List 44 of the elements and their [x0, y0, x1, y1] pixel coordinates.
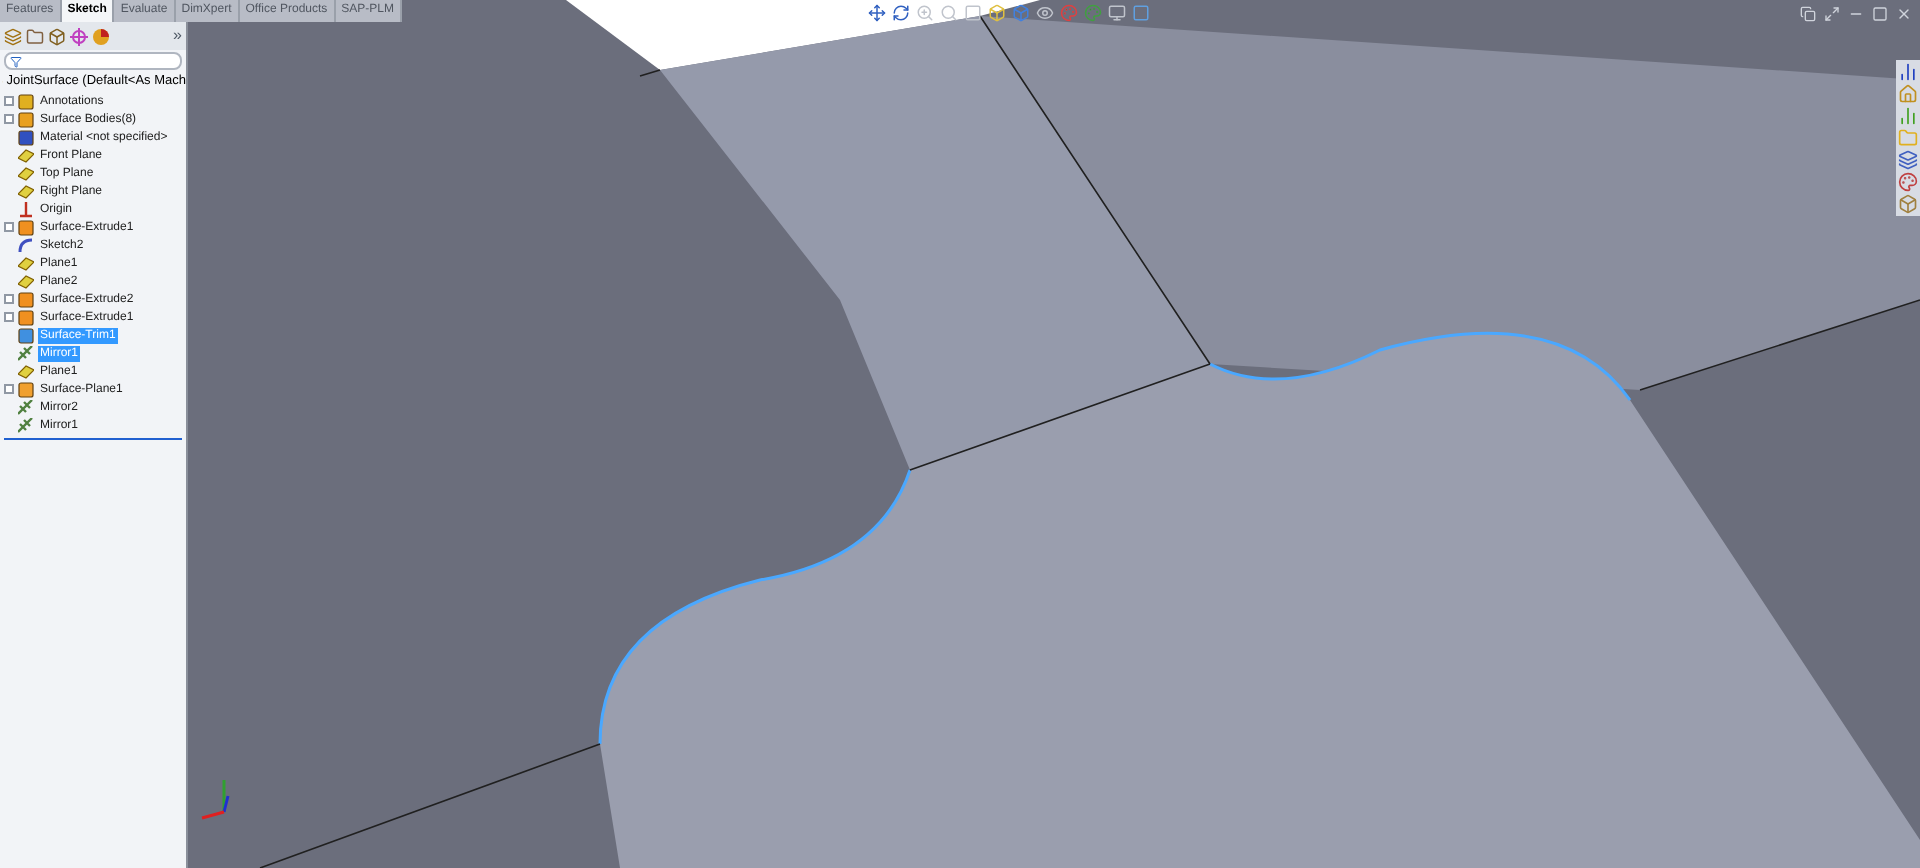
plane-icon — [18, 363, 34, 379]
extrude-icon — [18, 219, 34, 235]
expand-toggle[interactable] — [4, 222, 14, 232]
property-manager-icon[interactable] — [26, 27, 44, 45]
tile-icon[interactable] — [1800, 6, 1816, 22]
expand-icon[interactable] — [1824, 6, 1840, 22]
scene-icon[interactable] — [1084, 4, 1102, 22]
appearance-icon[interactable] — [1898, 172, 1918, 192]
crosshair-icon[interactable] — [70, 27, 88, 45]
box-icon[interactable] — [1898, 194, 1918, 214]
annotation-icon — [18, 93, 34, 109]
close-icon[interactable] — [1896, 6, 1912, 22]
expand-toggle[interactable] — [4, 294, 14, 304]
feature-manager-icon[interactable] — [4, 27, 22, 45]
zoom-icon[interactable] — [916, 4, 934, 22]
expand-toggle[interactable] — [4, 96, 14, 106]
rotate-icon[interactable] — [892, 4, 910, 22]
filter-icon — [10, 55, 22, 67]
bars-icon[interactable] — [1898, 106, 1918, 126]
mirror-icon — [18, 345, 34, 361]
section-icon[interactable] — [1132, 4, 1150, 22]
more-button[interactable]: » — [173, 26, 182, 46]
display-style-icon[interactable] — [1012, 4, 1030, 22]
surface-bodies-icon — [18, 111, 34, 127]
sketch-icon — [18, 237, 34, 253]
search-icon[interactable] — [940, 4, 958, 22]
pan-icon[interactable] — [868, 4, 886, 22]
filter-field[interactable] — [4, 52, 182, 70]
expand-toggle[interactable] — [4, 312, 14, 322]
expand-toggle[interactable] — [4, 114, 14, 124]
layers-icon[interactable] — [1898, 150, 1918, 170]
origin-icon — [18, 201, 34, 217]
view-icon[interactable] — [964, 4, 982, 22]
configuration-icon[interactable] — [48, 27, 66, 45]
maximize-icon[interactable] — [1872, 6, 1888, 22]
material-icon — [18, 129, 34, 145]
surface-plane-icon — [18, 381, 34, 397]
cube-icon[interactable] — [988, 4, 1006, 22]
eye-icon[interactable] — [1036, 4, 1054, 22]
pie-icon[interactable] — [92, 27, 110, 45]
expand-toggle[interactable] — [4, 384, 14, 394]
monitor-icon[interactable] — [1108, 4, 1126, 22]
chart-icon[interactable] — [1898, 62, 1918, 82]
trim-icon — [18, 327, 34, 343]
